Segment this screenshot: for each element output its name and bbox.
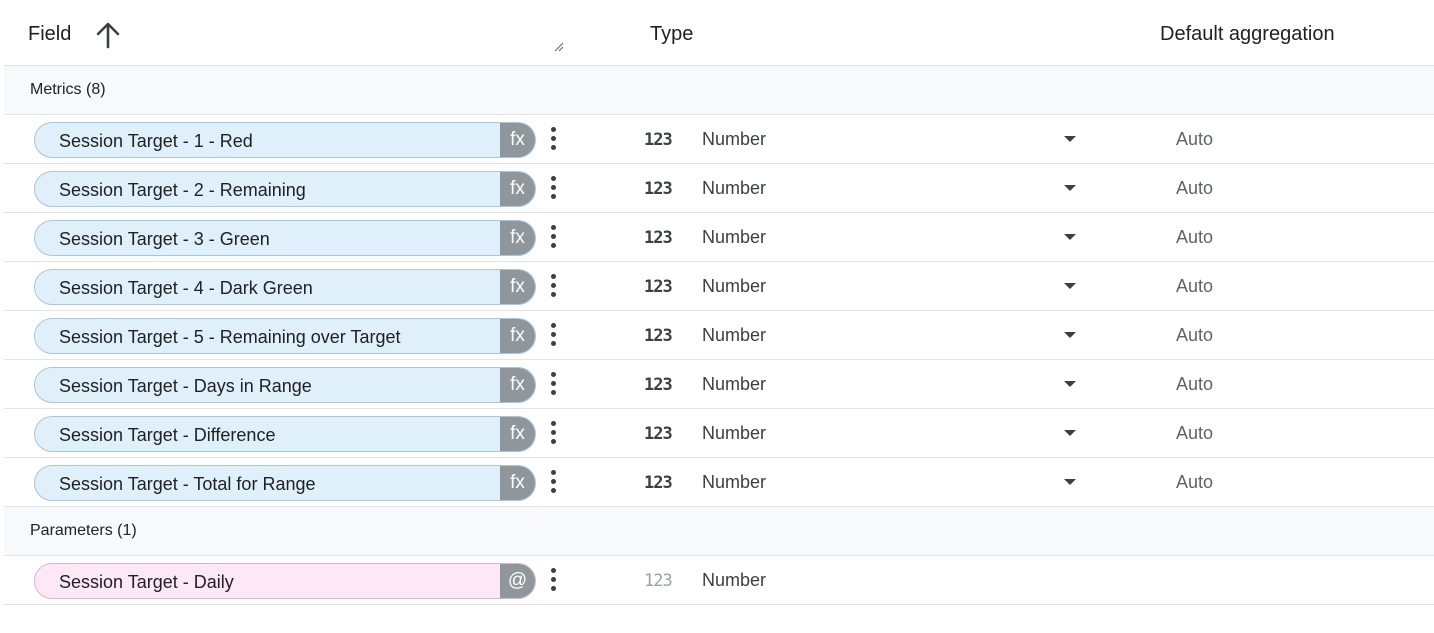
formula-tag-icon: fx xyxy=(500,417,535,451)
more-options-icon[interactable] xyxy=(550,421,556,445)
aggregation-value[interactable]: Auto xyxy=(1176,374,1213,395)
more-options-icon[interactable] xyxy=(550,176,556,200)
aggregation-value[interactable]: Auto xyxy=(1176,129,1213,150)
field-type[interactable]: Number xyxy=(702,325,766,346)
field-name: Session Target - 3 - Green xyxy=(59,229,270,249)
metrics-section-header: Metrics (8) xyxy=(4,66,1434,115)
metric-row: Session Target - 3 - Green fx 123 Number Aut… xyxy=(4,213,1434,262)
parameter-tag-icon: @ xyxy=(500,564,535,598)
field-name: Session Target - 4 - Dark Green xyxy=(59,278,313,298)
parameters-section-header: Parameters (1) xyxy=(4,507,1434,556)
parameters-section-label: Parameters (1) xyxy=(30,522,137,539)
more-options-icon[interactable] xyxy=(550,568,556,592)
field-type[interactable]: Number xyxy=(702,276,766,297)
field-chip[interactable]: Session Target - 2 - Remaining fx xyxy=(34,171,536,207)
metric-row: Session Target - 5 - Remaining over Targ… xyxy=(4,311,1434,360)
number-type-icon: 123 xyxy=(644,326,673,346)
type-dropdown-icon[interactable] xyxy=(1064,479,1076,485)
aggregation-value[interactable]: Auto xyxy=(1176,423,1213,444)
aggregation-value[interactable]: Auto xyxy=(1176,276,1213,297)
formula-tag-icon: fx xyxy=(500,221,535,255)
metric-row: Session Target - Difference fx 123 Number Au… xyxy=(4,409,1434,458)
number-type-icon: 123 xyxy=(644,375,673,395)
more-options-icon[interactable] xyxy=(550,225,556,249)
type-dropdown-icon[interactable] xyxy=(1064,332,1076,338)
field-type[interactable]: Number xyxy=(702,129,766,150)
field-chip[interactable]: Session Target - Daily @ xyxy=(34,563,536,599)
number-type-icon: 123 xyxy=(644,179,673,199)
sort-ascending-icon[interactable] xyxy=(94,20,122,50)
field-chip[interactable]: Session Target - 4 - Dark Green fx xyxy=(34,269,536,305)
field-name: Session Target - 5 - Remaining over Targ… xyxy=(59,327,401,347)
more-options-icon[interactable] xyxy=(550,274,556,298)
metric-row: Session Target - 2 - Remaining fx 123 Numbe… xyxy=(4,164,1434,213)
field-name: Session Target - Days in Range xyxy=(59,376,312,396)
table-header: Field Type Default aggregation xyxy=(4,0,1434,66)
field-name: Session Target - Daily xyxy=(59,572,234,592)
field-name: Session Target - Difference xyxy=(59,425,276,445)
type-dropdown-icon[interactable] xyxy=(1064,136,1076,142)
aggregation-value[interactable]: Auto xyxy=(1176,325,1213,346)
field-chip[interactable]: Session Target - 5 - Remaining over Targ… xyxy=(34,318,536,354)
more-options-icon[interactable] xyxy=(550,127,556,151)
aggregation-value[interactable]: Auto xyxy=(1176,178,1213,199)
more-options-icon[interactable] xyxy=(550,470,556,494)
field-type[interactable]: Number xyxy=(702,423,766,444)
metric-row: Session Target - 4 - Dark Green fx 123 Numb… xyxy=(4,262,1434,311)
field-type[interactable]: Number xyxy=(702,472,766,493)
type-column-header: Type xyxy=(650,23,694,45)
field-chip[interactable]: Session Target - Difference fx xyxy=(34,416,536,452)
metrics-section-label: Metrics (8) xyxy=(30,81,106,98)
field-type[interactable]: Number xyxy=(702,227,766,248)
formula-tag-icon: fx xyxy=(500,466,535,500)
column-resize-handle[interactable] xyxy=(552,40,564,52)
number-type-icon: 123 xyxy=(644,571,673,591)
aggregation-column-header: Default aggregation xyxy=(1160,23,1335,45)
field-type[interactable]: Number xyxy=(702,178,766,199)
field-name: Session Target - 1 - Red xyxy=(59,131,253,151)
field-type: Number xyxy=(702,570,767,590)
more-options-icon[interactable] xyxy=(550,323,556,347)
field-chip[interactable]: Session Target - Days in Range fx xyxy=(34,367,536,403)
type-dropdown-icon[interactable] xyxy=(1064,185,1076,191)
number-type-icon: 123 xyxy=(644,424,673,444)
field-column-header[interactable]: Field xyxy=(28,23,71,46)
field-name: Session Target - Total for Range xyxy=(59,474,316,494)
field-chip[interactable]: Session Target - Total for Range fx xyxy=(34,465,536,501)
formula-tag-icon: fx xyxy=(500,123,535,157)
formula-tag-icon: fx xyxy=(500,172,535,206)
field-type[interactable]: Number xyxy=(702,374,766,395)
metric-row: Session Target - Days in Range fx 123 Numbe… xyxy=(4,360,1434,409)
field-name: Session Target - 2 - Remaining xyxy=(59,180,306,200)
metric-row: Session Target - 1 - Red fx 123 Number Auto xyxy=(4,115,1434,164)
type-dropdown-icon[interactable] xyxy=(1064,381,1076,387)
metric-row: Session Target - Total for Range fx 123 Num… xyxy=(4,458,1434,507)
formula-tag-icon: fx xyxy=(500,319,535,353)
field-chip[interactable]: Session Target - 1 - Red fx xyxy=(34,122,536,158)
parameter-row: Session Target - Daily @123 Number xyxy=(4,556,1434,605)
number-type-icon: 123 xyxy=(644,277,673,297)
type-dropdown-icon[interactable] xyxy=(1064,234,1076,240)
number-type-icon: 123 xyxy=(644,473,673,493)
number-type-icon: 123 xyxy=(644,228,673,248)
aggregation-value[interactable]: Auto xyxy=(1176,472,1213,493)
formula-tag-icon: fx xyxy=(500,368,535,402)
type-dropdown-icon[interactable] xyxy=(1064,430,1076,436)
number-type-icon: 123 xyxy=(644,130,673,150)
type-dropdown-icon[interactable] xyxy=(1064,283,1076,289)
more-options-icon[interactable] xyxy=(550,372,556,396)
formula-tag-icon: fx xyxy=(500,270,535,304)
aggregation-value[interactable]: Auto xyxy=(1176,227,1213,248)
field-chip[interactable]: Session Target - 3 - Green fx xyxy=(34,220,536,256)
